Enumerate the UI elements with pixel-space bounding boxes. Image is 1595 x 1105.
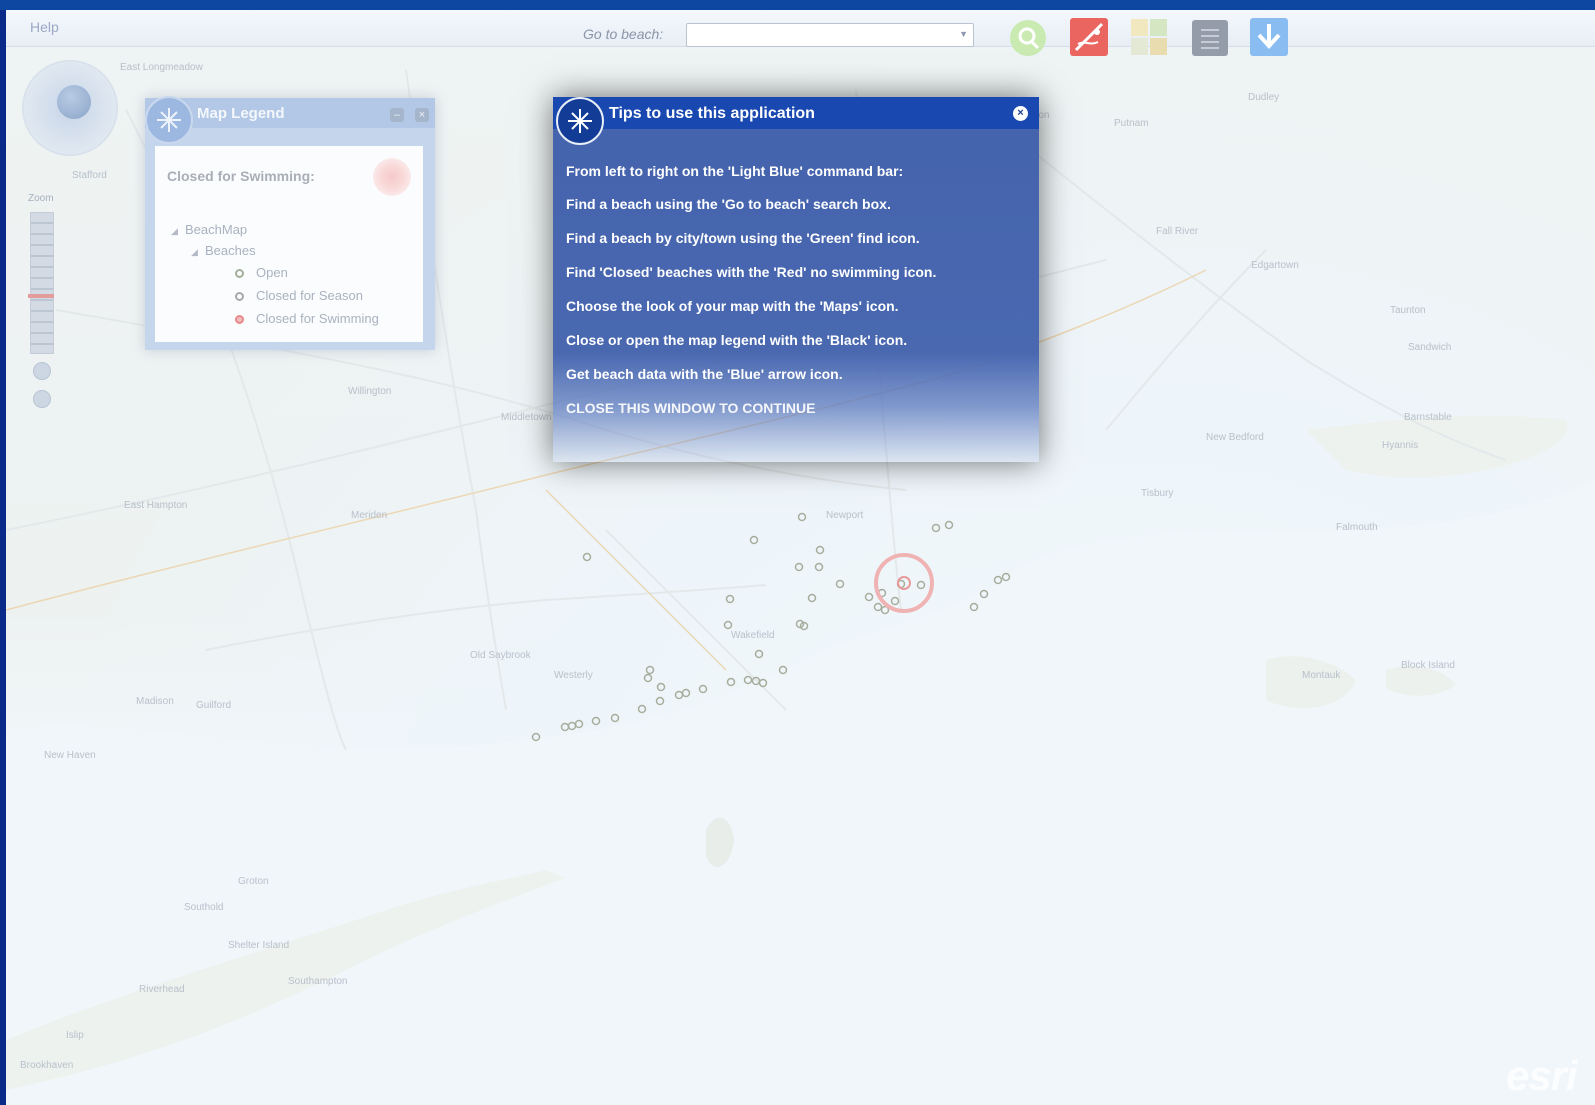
legend-item: Open: [235, 265, 288, 280]
legend-item-label: Closed for Swimming: [256, 311, 379, 326]
top-strip: [0, 0, 1595, 10]
map-label: Old Saybrook: [470, 650, 531, 661]
map-label: East Longmeadow: [120, 62, 203, 73]
map-label: Montauk: [1302, 670, 1341, 681]
legend-item: Closed for Swimming: [235, 311, 379, 326]
map-label: Tisbury: [1141, 488, 1174, 499]
legend-toggle-icon[interactable]: [1192, 20, 1228, 56]
collapse-icon[interactable]: ◢: [171, 226, 185, 237]
map-label: Shelter Island: [228, 940, 290, 951]
close-icon[interactable]: ×: [415, 108, 429, 122]
close-icon[interactable]: ×: [1013, 106, 1028, 121]
map-label: Hyannis: [1382, 440, 1419, 451]
map-label: Wakefield: [731, 630, 775, 641]
download-data-icon[interactable]: [1250, 18, 1288, 56]
map-label: Riverhead: [139, 984, 185, 995]
tip-line: Find 'Closed' beaches with the 'Red' no …: [566, 264, 937, 280]
map-label: Brookhaven: [20, 1060, 74, 1071]
map-label: New Haven: [44, 750, 96, 761]
map-label: Block Island: [1401, 660, 1455, 671]
legend-body: Closed for Swimming: ◢ BeachMap ◢ Beaches …: [155, 146, 423, 342]
tip-line: Find a beach using the 'Go to beach' sea…: [566, 196, 891, 212]
map-label: Newport: [826, 510, 864, 521]
globe-icon[interactable]: [57, 85, 91, 119]
help-link[interactable]: Help: [30, 19, 59, 35]
tree-group-label: Beaches: [205, 243, 256, 258]
map-label: New Bedford: [1206, 432, 1264, 443]
map-label: Madison: [136, 696, 174, 707]
chevron-down-icon: ▼: [959, 29, 968, 39]
cape-cod: [1306, 415, 1568, 478]
map-label: Dudley: [1248, 92, 1280, 103]
map-label: Westerly: [554, 670, 593, 681]
map-label: Stafford: [72, 170, 107, 181]
map-label: Southold: [184, 902, 224, 913]
goto-beach-label: Go to beach:: [583, 26, 664, 42]
legend-item: Closed for Season: [235, 288, 363, 303]
map-label: Groton: [238, 876, 269, 887]
maps-icon[interactable]: [1130, 18, 1168, 56]
map-label: Taunton: [1390, 305, 1426, 316]
map-label: Meriden: [351, 510, 388, 521]
map-label: Falmouth: [1336, 522, 1378, 533]
tips-dialog[interactable]: Tips to use this application × From left…: [553, 97, 1039, 462]
closed-swimming-symbol-icon: [373, 158, 411, 196]
map-label: East Hampton: [124, 500, 188, 511]
zoom-level-marker[interactable]: [28, 294, 54, 298]
goto-beach-select[interactable]: ▼: [686, 23, 974, 47]
close-window-link[interactable]: CLOSE THIS WINDOW TO CONTINUE: [566, 400, 815, 416]
command-bar: Help Go to beach: ▼: [6, 10, 1595, 47]
zoom-label: Zoom: [28, 193, 54, 204]
map-label: Putnam: [1114, 118, 1149, 129]
no-swimming-icon[interactable]: [1070, 18, 1108, 56]
map-label: Middletown: [501, 412, 552, 423]
legend-caption: Closed for Swimming:: [167, 168, 315, 184]
tip-line: Choose the look of your map with the 'Ma…: [566, 298, 899, 314]
minimize-icon[interactable]: –: [390, 108, 404, 122]
find-by-city-icon[interactable]: [1010, 20, 1046, 56]
legend-item-label: Closed for Season: [256, 288, 363, 303]
map-label: Edgartown: [1251, 260, 1299, 271]
map-label: Fall River: [1156, 226, 1199, 237]
season-closed-symbol-icon: [235, 292, 244, 302]
tip-line: Get beach data with the 'Blue' arrow ico…: [566, 366, 843, 382]
tip-line: From left to right on the 'Light Blue' c…: [566, 163, 904, 179]
map-label: Islip: [66, 1030, 84, 1041]
agency-logo-icon: [145, 96, 193, 144]
legend-item-label: Open: [256, 265, 288, 280]
collapse-icon[interactable]: ◢: [191, 247, 205, 258]
pan-control[interactable]: [24, 62, 116, 154]
tree-node-root[interactable]: ◢ BeachMap: [171, 222, 247, 237]
esri-logo: esri: [1506, 1052, 1578, 1099]
map-label: Sandwich: [1408, 342, 1452, 353]
open-beach-symbol-icon: [235, 269, 244, 279]
tree-node-group[interactable]: ◢ Beaches: [191, 243, 256, 258]
map-label: Guilford: [196, 700, 232, 711]
locate-button[interactable]: [33, 390, 51, 408]
agency-logo-icon: [556, 97, 604, 145]
zoom-out-button[interactable]: [33, 362, 51, 380]
map-label: Southampton: [288, 976, 348, 987]
tips-title: Tips to use this application: [609, 105, 815, 122]
tree-root-label: BeachMap: [185, 222, 248, 237]
swimming-closed-symbol-icon: [235, 315, 244, 325]
map-label: Willington: [348, 386, 392, 397]
zoom-slider[interactable]: [30, 212, 54, 354]
map-legend-panel[interactable]: Map Legend – × Closed for Swimming: ◢ Bea…: [145, 96, 435, 350]
tip-line: Find a beach by city/town using the 'Gre…: [566, 230, 920, 246]
tip-line: Close or open the map legend with the 'B…: [566, 332, 908, 348]
map-label: Barnstable: [1404, 412, 1452, 423]
legend-title: Map Legend: [197, 105, 285, 122]
